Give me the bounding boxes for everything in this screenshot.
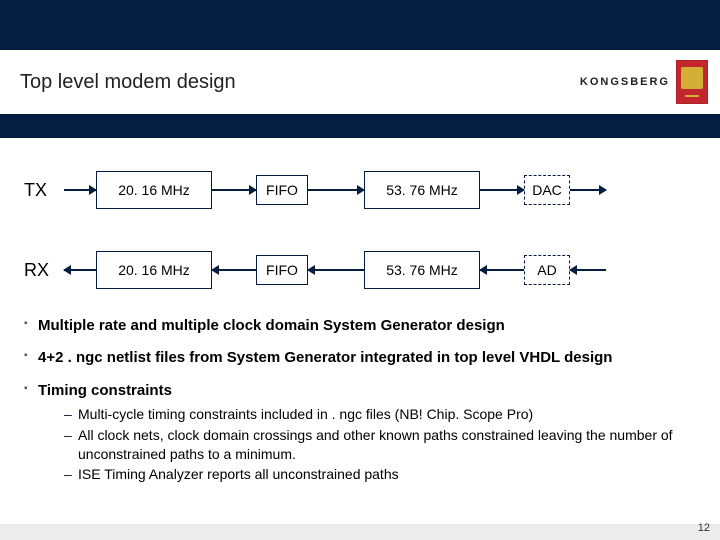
arrow-icon <box>480 269 524 271</box>
tx-dac-box: DAC <box>524 175 570 205</box>
block-diagram: TX 20. 16 MHz FIFO 53. 76 MHz DAC RX 20.… <box>0 138 720 306</box>
rx-clock2-box: 53. 76 MHz <box>364 251 480 289</box>
arrow-icon <box>480 189 524 191</box>
slide-title: Top level modem design <box>20 71 236 94</box>
separator-band <box>0 114 720 138</box>
brand-wordmark: KONGSBERG <box>580 76 670 88</box>
rx-clock1-box: 20. 16 MHz <box>96 251 212 289</box>
sub-bullet: All clock nets, clock domain crossings a… <box>64 426 696 464</box>
bullet-1: Multiple rate and multiple clock domain … <box>24 316 696 336</box>
bullet-3-label: Timing constraints <box>38 382 172 399</box>
brand-emblem-icon <box>676 60 708 104</box>
arrow-icon <box>570 189 606 191</box>
rx-row: RX 20. 16 MHz FIFO 53. 76 MHz AD <box>24 242 696 298</box>
bottom-strip <box>0 524 720 540</box>
tx-fifo-box: FIFO <box>256 175 308 205</box>
rx-fifo-box: FIFO <box>256 255 308 285</box>
arrow-icon <box>308 269 364 271</box>
row-label: RX <box>24 260 64 281</box>
arrow-icon <box>64 269 96 271</box>
arrow-icon <box>212 189 256 191</box>
arrow-icon <box>212 269 256 271</box>
tx-row: TX 20. 16 MHz FIFO 53. 76 MHz DAC <box>24 162 696 218</box>
tx-clock1-box: 20. 16 MHz <box>96 171 212 209</box>
top-band <box>0 0 720 50</box>
row-label: TX <box>24 180 64 201</box>
arrow-icon <box>570 269 606 271</box>
arrow-icon <box>64 189 96 191</box>
page-number: 12 <box>698 522 710 534</box>
tx-clock2-box: 53. 76 MHz <box>364 171 480 209</box>
sub-bullet: Multi-cycle timing constraints included … <box>64 405 696 424</box>
rx-ad-box: AD <box>524 255 570 285</box>
sub-bullet: ISE Timing Analyzer reports all unconstr… <box>64 465 696 484</box>
bullet-3: Timing constraints Multi-cycle timing co… <box>24 381 696 485</box>
arrow-icon <box>308 189 364 191</box>
brand-logo: KONGSBERG <box>580 60 708 104</box>
title-band: Top level modem design KONGSBERG <box>0 50 720 114</box>
bullets: Multiple rate and multiple clock domain … <box>0 306 720 484</box>
bullet-2: 4+2 . ngc netlist files from System Gene… <box>24 348 696 368</box>
